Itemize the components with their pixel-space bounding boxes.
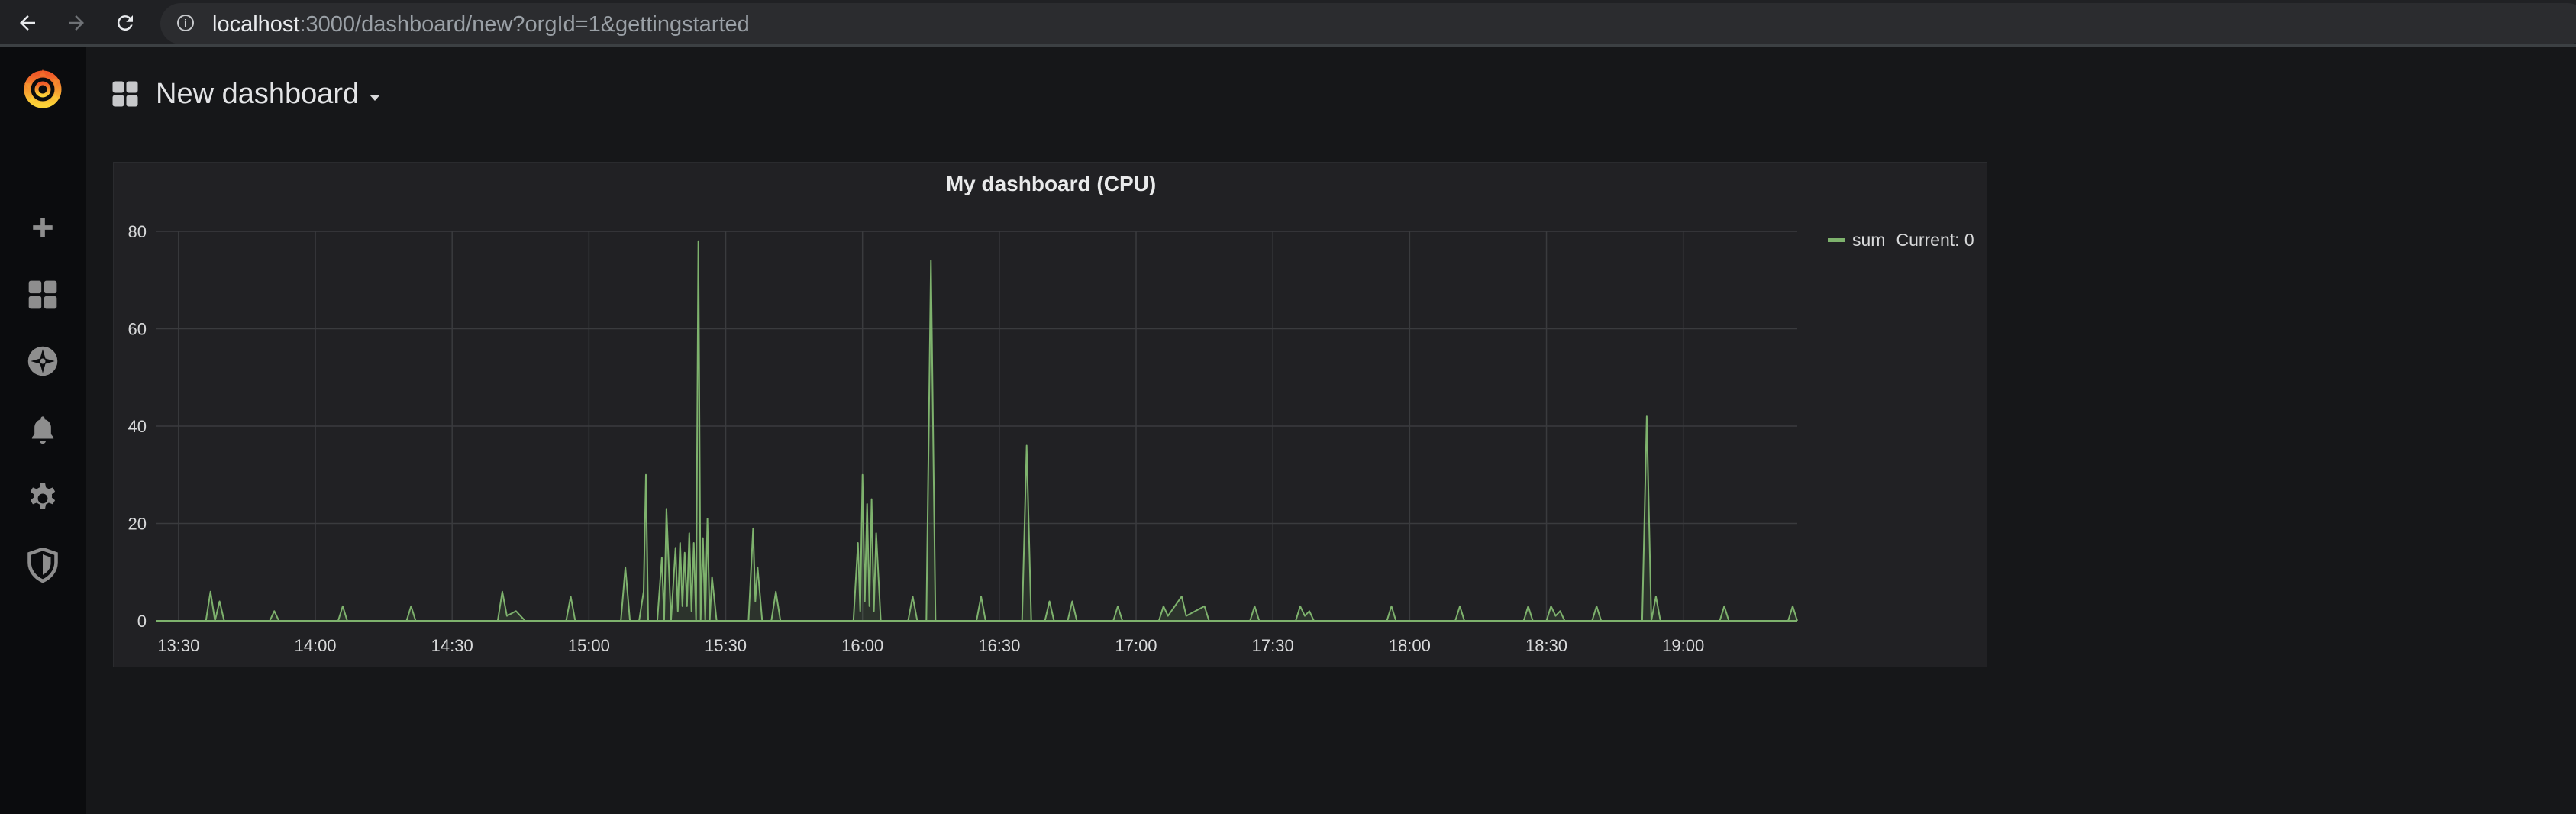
x-tick-label: 17:30 xyxy=(1252,636,1294,655)
reload-icon xyxy=(117,15,133,31)
x-tick-label: 13:30 xyxy=(157,636,199,655)
browser-toolbar: i localhost:3000/dashboard/new?orgId=1&g… xyxy=(0,0,2576,47)
dashboards-grid-icon xyxy=(28,280,57,309)
back-button[interactable] xyxy=(11,6,44,40)
x-tick-label: 18:30 xyxy=(1525,636,1567,655)
y-tick-label: 60 xyxy=(128,320,147,339)
y-tick-label: 40 xyxy=(128,417,147,436)
url-text: localhost:3000/dashboard/new?orgId=1&get… xyxy=(212,12,750,37)
series-area-sum xyxy=(156,241,1797,621)
x-tick-label: 19:00 xyxy=(1662,636,1704,655)
address-bar[interactable]: i localhost:3000/dashboard/new?orgId=1&g… xyxy=(160,3,2576,44)
x-tick-label: 18:00 xyxy=(1389,636,1431,655)
server-admin-icon[interactable] xyxy=(23,545,63,585)
x-tick-label: 17:00 xyxy=(1115,636,1157,655)
dashboards-icon[interactable] xyxy=(23,275,63,315)
create-plus-icon[interactable] xyxy=(23,208,63,247)
sidebar xyxy=(0,47,86,814)
compass-icon xyxy=(27,346,58,376)
url-host: localhost xyxy=(212,12,300,37)
x-tick-label: 16:30 xyxy=(978,636,1020,655)
grafana-logo-svg xyxy=(24,69,62,108)
shield-icon xyxy=(27,548,58,583)
forward-button[interactable] xyxy=(60,6,93,40)
graph-panel[interactable]: My dashboard (CPU) 0 20 40 60 80 13:30 14:00 14… xyxy=(113,162,1987,667)
x-tick-label: 14:00 xyxy=(294,636,336,655)
arrow-left-icon xyxy=(20,15,35,31)
dashboard-header: New dashboard xyxy=(111,73,381,115)
y-tick-label: 0 xyxy=(137,612,147,631)
series-line-sum xyxy=(156,240,1798,622)
bell-icon xyxy=(31,416,54,444)
info-icon[interactable]: i xyxy=(177,15,194,31)
dashboard-title[interactable]: New dashboard xyxy=(156,78,359,111)
reload-button[interactable] xyxy=(108,6,142,40)
gear-icon xyxy=(30,483,56,509)
x-tick-label: 15:30 xyxy=(705,636,747,655)
url-path: :3000/dashboard/new?orgId=1&gettingstart… xyxy=(299,12,750,37)
x-tick-label: 14:30 xyxy=(431,636,473,655)
x-tick-label: 15:00 xyxy=(568,636,610,655)
alerting-icon[interactable] xyxy=(23,409,63,449)
chevron-down-icon[interactable] xyxy=(370,95,381,101)
configuration-icon[interactable] xyxy=(23,478,63,518)
x-tick-label: 16:00 xyxy=(841,636,883,655)
legend-series-name[interactable]: sum xyxy=(1852,230,1885,250)
cpu-graph: 0 20 40 60 80 13:30 14:00 14:30 15:00 15:30 16:00 1… xyxy=(128,222,1798,655)
arrow-right-icon xyxy=(69,15,84,31)
explore-icon[interactable] xyxy=(23,341,63,381)
legend-swatch xyxy=(1828,238,1845,242)
grafana-logo-icon[interactable] xyxy=(20,66,66,112)
dashboard-grid-icon xyxy=(112,81,138,107)
legend: sum Current: 0 xyxy=(1828,230,1974,250)
y-tick-label: 80 xyxy=(128,222,147,241)
plus-icon xyxy=(33,218,53,237)
legend-current-value: Current: 0 xyxy=(1896,230,1974,250)
y-tick-label: 20 xyxy=(128,515,147,534)
